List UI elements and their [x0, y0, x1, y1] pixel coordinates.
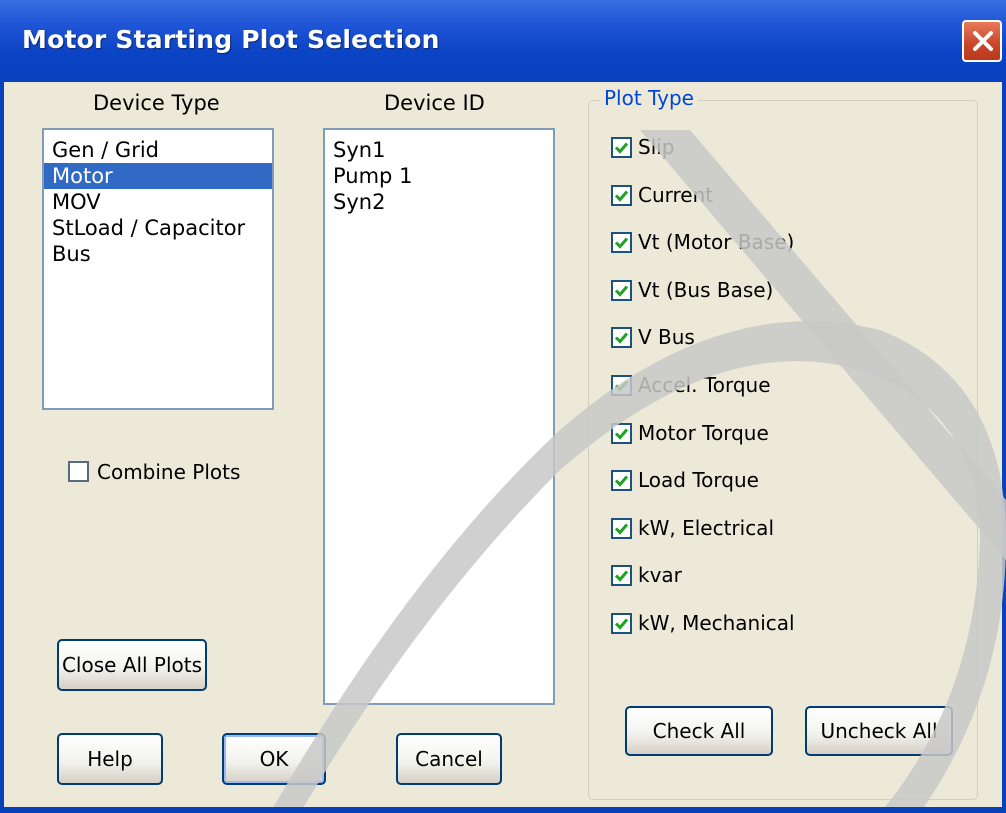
plot-option-checkbox[interactable]: [611, 232, 632, 253]
plot-option-checkbox[interactable]: [611, 518, 632, 539]
plot-option-checkbox[interactable]: [611, 613, 632, 634]
plot-option-label: Accel. Torque: [638, 373, 771, 397]
combine-plots-label: Combine Plots: [97, 460, 241, 484]
plot-option-label: Slip: [638, 135, 675, 159]
checkmark-icon: [614, 618, 629, 630]
list-item[interactable]: Bus: [44, 241, 272, 267]
list-item[interactable]: StLoad / Capacitor: [44, 215, 272, 241]
list-item[interactable]: Syn2: [325, 189, 553, 215]
cancel-button[interactable]: Cancel: [396, 733, 502, 785]
plot-option-checkbox[interactable]: [611, 565, 632, 586]
window-frame-right: [1002, 82, 1006, 813]
list-item[interactable]: MOV: [44, 189, 272, 215]
close-icon: [973, 31, 993, 51]
plot-option-label: V Bus: [638, 325, 695, 349]
plot-type-title: Plot Type: [600, 86, 698, 110]
plot-option-label: kvar: [638, 563, 682, 587]
checkmark-icon: [614, 332, 629, 344]
plot-option-label: Load Torque: [638, 468, 759, 492]
list-item[interactable]: Pump 1: [325, 163, 553, 189]
uncheck-all-button[interactable]: Uncheck All: [805, 706, 953, 756]
plot-option-label: Vt (Bus Base): [638, 278, 774, 302]
plot-option-checkbox[interactable]: [611, 470, 632, 491]
plot-option-checkbox[interactable]: [611, 327, 632, 348]
device-type-header: Device Type: [93, 91, 220, 115]
device-id-listbox[interactable]: Syn1 Pump 1 Syn2: [323, 128, 555, 705]
checkmark-icon: [614, 285, 629, 297]
combine-plots-checkbox[interactable]: [68, 461, 89, 482]
plot-option-checkbox[interactable]: [611, 185, 632, 206]
checkmark-icon: [614, 142, 629, 154]
plot-option-label: Motor Torque: [638, 421, 769, 445]
checkmark-icon: [614, 475, 629, 487]
plot-option-checkbox[interactable]: [611, 137, 632, 158]
plot-option-label: Current: [638, 183, 714, 207]
plot-option-checkbox[interactable]: [611, 423, 632, 444]
window-frame-bottom: [0, 807, 1006, 813]
device-type-list: Gen / Grid Motor MOV StLoad / Capacitor …: [44, 130, 272, 267]
list-item[interactable]: Gen / Grid: [44, 137, 272, 163]
device-id-header: Device ID: [384, 91, 485, 115]
checkmark-icon: [614, 570, 629, 582]
check-all-button[interactable]: Check All: [625, 706, 773, 756]
list-item[interactable]: Syn1: [325, 137, 553, 163]
list-item-selected[interactable]: Motor: [44, 163, 272, 189]
checkmark-icon: [614, 237, 629, 249]
plot-option-label: Vt (Motor Base): [638, 230, 795, 254]
close-all-plots-button[interactable]: Close All Plots: [57, 639, 207, 691]
checkmark-icon: [614, 190, 629, 202]
help-button[interactable]: Help: [57, 733, 163, 785]
plot-option-label: kW, Electrical: [638, 516, 774, 540]
plot-option-checkbox[interactable]: [611, 375, 632, 396]
plot-option-label: kW, Mechanical: [638, 611, 795, 635]
window-title: Motor Starting Plot Selection: [22, 25, 440, 54]
close-button[interactable]: [962, 20, 1002, 62]
title-bar: Motor Starting Plot Selection: [0, 0, 1006, 84]
checkmark-icon: [614, 380, 629, 392]
device-type-listbox[interactable]: Gen / Grid Motor MOV StLoad / Capacitor …: [42, 128, 274, 410]
checkmark-icon: [614, 523, 629, 535]
plot-option-checkbox[interactable]: [611, 280, 632, 301]
checkmark-icon: [614, 428, 629, 440]
device-id-list: Syn1 Pump 1 Syn2: [325, 130, 553, 215]
ok-button[interactable]: OK: [222, 733, 326, 785]
